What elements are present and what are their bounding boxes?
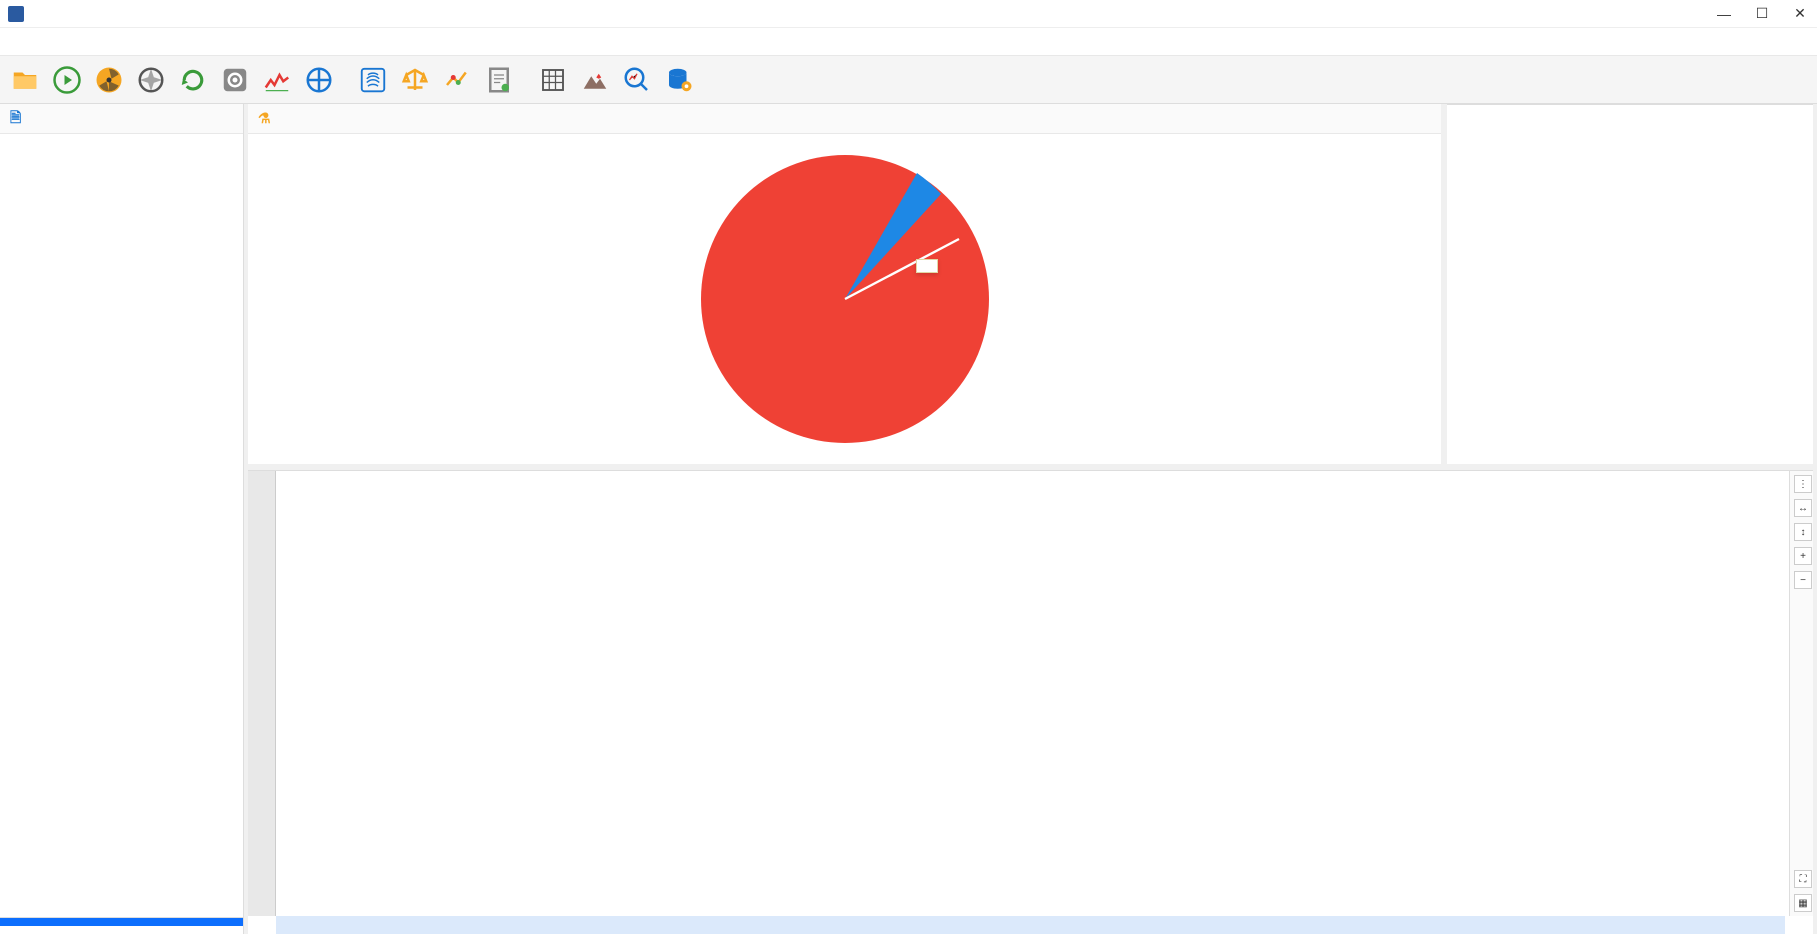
aperture-button[interactable] <box>132 61 170 99</box>
trend-button[interactable] <box>438 61 476 99</box>
report-button[interactable] <box>480 61 518 99</box>
peaks-button[interactable] <box>258 61 296 99</box>
search-chart-button[interactable] <box>618 61 656 99</box>
titlebar: — ☐ ✕ <box>0 0 1817 28</box>
fingerprint-button[interactable] <box>354 61 392 99</box>
menubar <box>0 28 1817 56</box>
maximize-button[interactable]: ☐ <box>1753 5 1771 23</box>
pie-chart <box>695 149 995 449</box>
left-pane: 🗎 <box>0 104 244 934</box>
status-panel <box>0 917 243 934</box>
phase-panel <box>1447 104 1813 464</box>
pie-tooltip <box>916 259 938 273</box>
mountain-button[interactable] <box>576 61 614 99</box>
settings-button[interactable] <box>216 61 254 99</box>
grid-button[interactable] <box>534 61 572 99</box>
close-button[interactable]: ✕ <box>1791 5 1809 23</box>
status-header <box>0 918 243 926</box>
spectrum-tools: ⋮ ↔ ↕ + − ⛶ ▦ <box>1789 471 1813 916</box>
refresh-button[interactable] <box>174 61 212 99</box>
file-panel-header: 🗎 <box>0 104 243 134</box>
expand-v-icon[interactable]: ↕ <box>1794 523 1812 541</box>
analysis-panel: ⚗ <box>248 104 1441 464</box>
document-icon: 🗎 <box>10 107 21 131</box>
database-button[interactable] <box>660 61 698 99</box>
target-button[interactable] <box>300 61 338 99</box>
table-icon[interactable]: ▦ <box>1794 894 1812 912</box>
balance-button[interactable] <box>396 61 434 99</box>
zoom-out-icon[interactable]: − <box>1794 571 1812 589</box>
zoom-in-icon[interactable]: + <box>1794 547 1812 565</box>
open-file-button[interactable] <box>6 61 44 99</box>
phase-tabs <box>1447 104 1813 105</box>
flask-icon: ⚗ <box>258 110 271 127</box>
spectrum-chart[interactable] <box>276 471 1789 916</box>
toolbar <box>0 56 1817 104</box>
radiation-button[interactable] <box>90 61 128 99</box>
right-pane: ⚗ <box>244 104 1817 934</box>
fullscreen-icon[interactable]: ⛶ <box>1794 870 1812 888</box>
menu-icon[interactable]: ⋮ <box>1794 475 1812 493</box>
analysis-header: ⚗ <box>248 104 1441 134</box>
app-icon <box>8 6 24 22</box>
play-button[interactable] <box>48 61 86 99</box>
spectrum-scrollbar[interactable] <box>276 916 1785 934</box>
expand-h-icon[interactable]: ↔ <box>1794 499 1812 517</box>
file-tree[interactable] <box>0 134 243 917</box>
spectrum-left-rail[interactable] <box>248 471 276 916</box>
minimize-button[interactable]: — <box>1715 5 1733 23</box>
pie-chart-area <box>248 134 1441 464</box>
spectrum-panel: ⋮ ↔ ↕ + − ⛶ ▦ <box>248 470 1813 934</box>
